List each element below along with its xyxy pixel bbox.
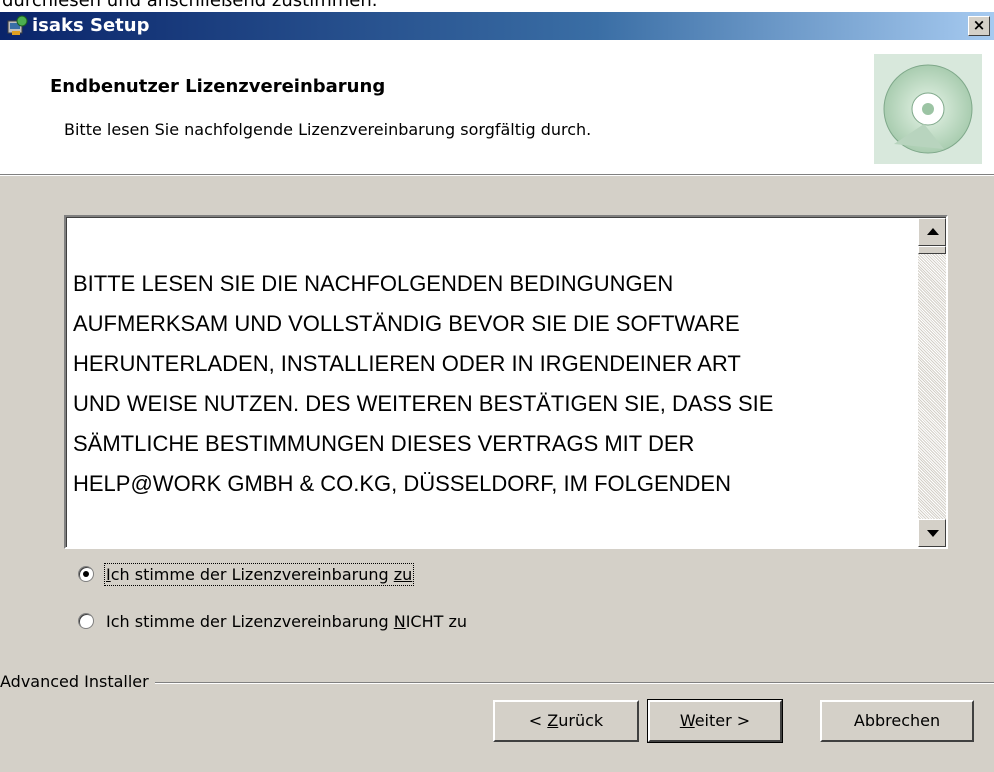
header-separator [0, 175, 994, 176]
cancel-button[interactable]: Abbrechen [820, 700, 974, 742]
close-button[interactable]: × [968, 16, 990, 36]
background-page-text: durchlesen und anschließend zustimmen. [0, 0, 994, 12]
setup-app-icon [7, 15, 28, 35]
setup-window: isaks Setup × Endbenutzer Lizenzvereinba… [0, 12, 994, 772]
decline-radio[interactable] [78, 613, 94, 629]
title-bar[interactable]: isaks Setup × [0, 12, 994, 40]
close-icon: × [972, 16, 986, 34]
accept-label[interactable]: Ich stimme der Lizenzvereinbarung zu [103, 562, 415, 586]
next-button[interactable]: Weiter > [647, 699, 783, 743]
window-title: isaks Setup [32, 15, 150, 36]
arrow-down-icon [927, 530, 939, 537]
wizard-header: Endbenutzer Lizenzvereinbarung Bitte les… [0, 40, 994, 175]
scroll-down-button[interactable] [918, 519, 946, 547]
scroll-up-button[interactable] [918, 218, 946, 246]
decline-option[interactable]: Ich stimme der Lizenzvereinbarung NICHT … [78, 609, 467, 633]
license-text-area[interactable]: BITTE LESEN SIE DIE NACHFOLGENDEN BEDING… [64, 215, 948, 549]
arrow-up-icon [927, 228, 939, 235]
installer-cd-icon [874, 54, 982, 164]
page-title: Endbenutzer Lizenzvereinbarung [50, 76, 386, 97]
installer-brand-label: Advanced Installer [0, 672, 155, 691]
accept-option[interactable]: Ich stimme der Lizenzvereinbarung zu [78, 562, 415, 586]
scroll-thumb[interactable] [918, 246, 946, 254]
page-subtitle: Bitte lesen Sie nachfolgende Lizenzverei… [64, 120, 592, 139]
license-text: BITTE LESEN SIE DIE NACHFOLGENDEN BEDING… [73, 271, 774, 496]
decline-label[interactable]: Ich stimme der Lizenzvereinbarung NICHT … [106, 612, 467, 631]
back-button[interactable]: < Zurück [493, 700, 639, 742]
accept-radio[interactable] [78, 566, 94, 582]
vertical-scrollbar[interactable] [918, 218, 946, 547]
